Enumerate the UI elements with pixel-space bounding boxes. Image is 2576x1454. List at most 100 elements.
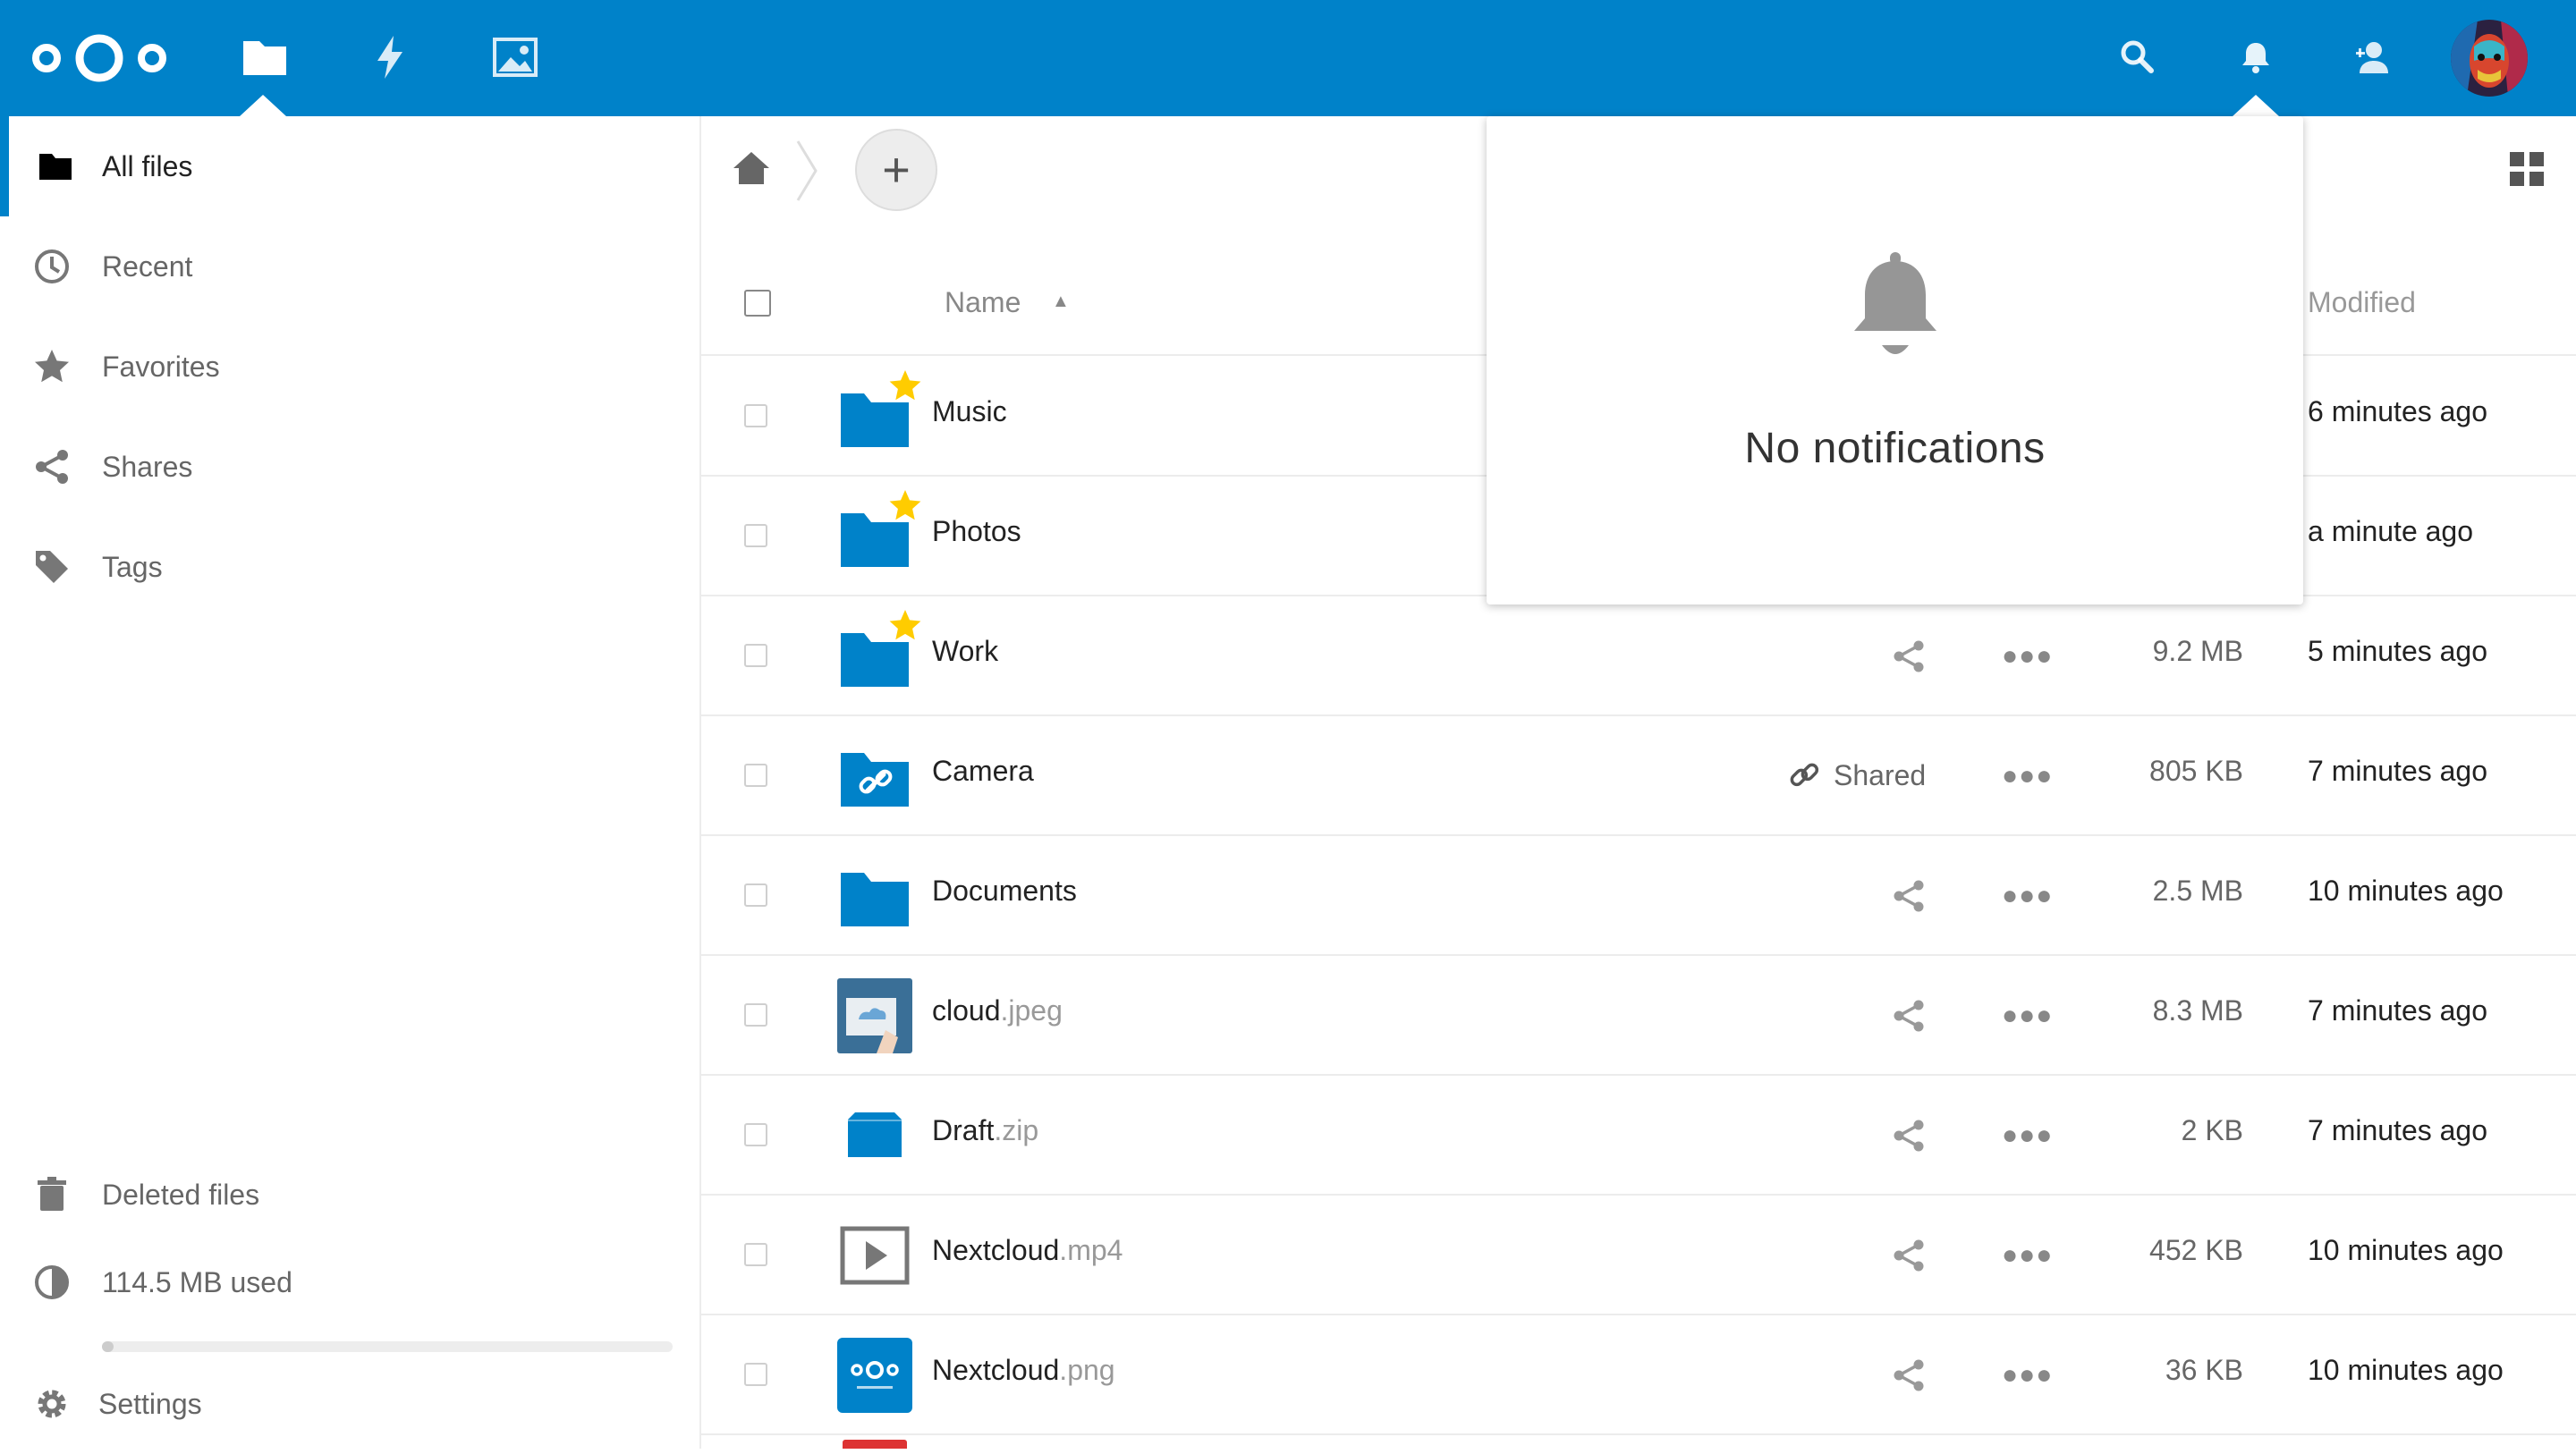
select-all-checkbox[interactable] [744, 290, 771, 317]
file-size: 452 KB [2149, 1234, 2243, 1266]
file-size: 9.2 MB [2152, 635, 2243, 667]
sort-ascending-icon: ▲ [1052, 292, 1070, 311]
favorite-star-icon[interactable] [887, 368, 923, 404]
row-checkbox[interactable] [744, 1123, 767, 1146]
file-modified: 6 minutes ago [2308, 395, 2488, 427]
activity-app-icon[interactable] [365, 32, 415, 82]
favorite-star-icon[interactable] [887, 608, 923, 644]
nextcloud-logo[interactable] [27, 30, 172, 86]
table-row[interactable]: Documents ●●● 2.5 MB 10 minutes ago [701, 835, 2576, 956]
file-modified: a minute ago [2308, 515, 2474, 547]
share-icon[interactable] [1891, 1238, 1927, 1273]
more-actions-icon[interactable]: ●●● [2002, 643, 2053, 670]
sidebar-item-tags[interactable]: Tags [0, 517, 699, 617]
shared-label: Shared [1834, 758, 1927, 791]
clock-icon [32, 247, 72, 286]
file-modified: 10 minutes ago [2308, 1234, 2504, 1266]
file-name[interactable]: Work [932, 635, 998, 668]
row-checkbox[interactable] [744, 404, 767, 427]
table-row[interactable]: Nextcloud.mp4 ●●● 452 KB 10 minutes ago [701, 1195, 2576, 1315]
file-name[interactable]: cloud.jpeg [932, 994, 1063, 1027]
share-icon[interactable] [1891, 1357, 1927, 1393]
file-name[interactable]: Nextcloud.png [932, 1354, 1115, 1387]
more-actions-icon[interactable]: ●●● [2002, 1122, 2053, 1149]
search-icon[interactable] [2114, 34, 2161, 80]
contacts-icon[interactable] [2349, 34, 2395, 80]
file-size: 805 KB [2149, 755, 2243, 787]
share-icon[interactable] [1891, 1118, 1927, 1154]
user-avatar[interactable] [2451, 20, 2528, 97]
share-icon[interactable] [1891, 638, 1927, 674]
sidebar-item-label: Favorites [102, 350, 220, 383]
sidebar-item-settings[interactable]: Settings [0, 1354, 699, 1454]
notifications-bell-icon[interactable] [2233, 34, 2279, 80]
sidebar-item-shares[interactable]: Shares [0, 417, 699, 517]
share-icon[interactable] [1891, 878, 1927, 914]
row-checkbox[interactable] [744, 883, 767, 907]
column-header-name[interactable]: Name [945, 286, 1021, 319]
gallery-app-icon[interactable] [490, 32, 540, 82]
folder-icon [837, 858, 912, 934]
archive-icon [837, 1098, 912, 1173]
sidebar-item-label: Settings [98, 1387, 202, 1420]
image-thumbnail [837, 978, 912, 1053]
sidebar-item-recent[interactable]: Recent [0, 216, 699, 317]
pie-chart-icon [32, 1263, 72, 1302]
bell-icon [1854, 252, 1936, 354]
more-actions-icon[interactable]: ●●● [2002, 1242, 2053, 1269]
gear-icon [32, 1384, 72, 1424]
breadcrumb-separator [796, 140, 818, 201]
row-checkbox[interactable] [744, 764, 767, 787]
new-file-button[interactable]: + [855, 129, 937, 211]
table-row[interactable]: Work ●●● 9.2 MB 5 minutes ago [701, 596, 2576, 716]
table-row[interactable]: cloud.jpeg ●●● 8.3 MB 7 minutes ago [701, 955, 2576, 1076]
video-icon [837, 1218, 912, 1293]
file-name[interactable]: Music [932, 395, 1007, 428]
tag-icon [32, 547, 72, 587]
folder-icon [36, 147, 75, 186]
file-name[interactable]: Photos [932, 515, 1021, 548]
quota-progress-bar [102, 1341, 673, 1352]
share-icon [32, 447, 72, 486]
file-name[interactable]: Camera [932, 755, 1034, 788]
sidebar: All files Recent Favorites Shares Tags D… [0, 116, 701, 1449]
file-modified: 7 minutes ago [2308, 1114, 2488, 1146]
shared-link-button[interactable]: Shared [1787, 758, 1926, 792]
file-size: 2 KB [2181, 1114, 2243, 1146]
sidebar-item-deleted-files[interactable]: Deleted files [0, 1145, 699, 1245]
sidebar-item-quota: 114.5 MB used [0, 1232, 699, 1332]
favorite-star-icon[interactable] [887, 488, 923, 524]
home-icon[interactable] [730, 147, 773, 190]
quota-progress-fill [102, 1341, 114, 1352]
sidebar-item-all-files[interactable]: All files [0, 116, 699, 216]
link-icon [1790, 763, 1819, 787]
notifications-popover: No notifications [1487, 116, 2303, 604]
file-size: 36 KB [2165, 1354, 2243, 1386]
next-file-icon-partial [843, 1440, 907, 1449]
more-actions-icon[interactable]: ●●● [2002, 1002, 2053, 1029]
file-modified: 7 minutes ago [2308, 994, 2488, 1027]
sidebar-item-favorites[interactable]: Favorites [0, 317, 699, 417]
files-app-icon[interactable] [240, 32, 290, 82]
table-row[interactable]: Nextcloud.png ●●● 36 KB 10 minutes ago [701, 1315, 2576, 1435]
more-actions-icon[interactable]: ●●● [2002, 1362, 2053, 1389]
row-checkbox[interactable] [744, 1003, 767, 1027]
active-app-caret [240, 95, 286, 116]
row-checkbox[interactable] [744, 524, 767, 547]
file-name[interactable]: Nextcloud.mp4 [932, 1234, 1123, 1267]
more-actions-icon[interactable]: ●●● [2002, 763, 2053, 790]
more-actions-icon[interactable]: ●●● [2002, 883, 2053, 909]
row-checkbox[interactable] [744, 1243, 767, 1266]
row-checkbox[interactable] [744, 644, 767, 667]
quota-text: 114.5 MB used [102, 1265, 292, 1298]
file-name[interactable]: Documents [932, 875, 1077, 908]
table-row[interactable]: Camera Shared ●●● 805 KB 7 minutes ago [701, 715, 2576, 836]
file-name[interactable]: Draft.zip [932, 1114, 1038, 1147]
row-checkbox[interactable] [744, 1363, 767, 1386]
column-header-modified[interactable]: Modified [2308, 286, 2416, 319]
file-modified: 5 minutes ago [2308, 635, 2488, 667]
file-size: 2.5 MB [2152, 875, 2243, 907]
share-icon[interactable] [1891, 998, 1927, 1034]
table-row[interactable]: Draft.zip ●●● 2 KB 7 minutes ago [701, 1075, 2576, 1196]
grid-view-toggle-icon[interactable] [2508, 150, 2546, 188]
